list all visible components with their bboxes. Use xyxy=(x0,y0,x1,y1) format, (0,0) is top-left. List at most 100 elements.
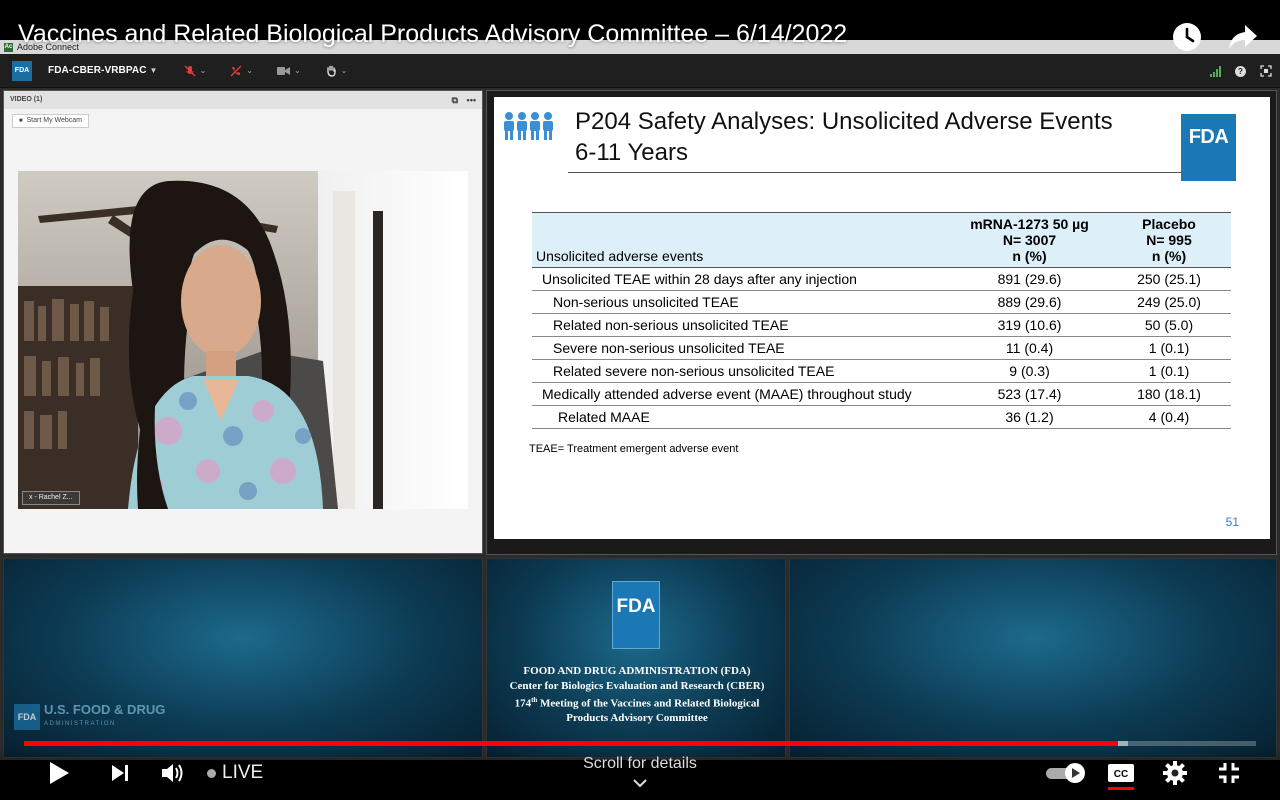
camera-button[interactable]: ⌄ xyxy=(276,66,301,76)
header-mrna-column: mRNA-1273 50 µg N= 3007 n (%) xyxy=(952,212,1107,268)
chevron-down-icon: ⌄ xyxy=(199,66,207,75)
captions-button[interactable]: CC xyxy=(1106,758,1136,788)
progress-played xyxy=(24,741,1119,746)
video-title[interactable]: Vaccines and Related Biological Products… xyxy=(18,20,847,49)
cc-icon: CC xyxy=(1108,764,1134,782)
start-webcam-label: Start My Webcam xyxy=(26,117,83,124)
placebo-column-n: N= 995 xyxy=(1146,232,1192,248)
video-pod-title: VIDEO (1) xyxy=(10,96,43,103)
row-mrna-value: 889 (29.6) xyxy=(952,290,1107,314)
adobe-connect-icon: Ac xyxy=(4,42,13,52)
presentation-slide: P204 Safety Analyses: Unsolicited Advers… xyxy=(494,97,1270,539)
pod-options[interactable]: ⧉ ••• xyxy=(452,91,476,109)
row-mrna-value: 9 (0.3) xyxy=(952,359,1107,383)
table-row: Unsolicited TEAE within 28 days after an… xyxy=(532,267,1231,291)
volume-button[interactable] xyxy=(158,758,188,788)
phone-button[interactable]: ⌄ xyxy=(230,65,253,77)
share-pod: P204 Safety Analyses: Unsolicited Advers… xyxy=(486,90,1277,555)
play-button[interactable] xyxy=(44,758,74,788)
fullscreen-button[interactable] xyxy=(1214,758,1244,788)
children-group-icon xyxy=(504,112,553,140)
slide-page-number: 51 xyxy=(1225,515,1239,529)
next-icon xyxy=(112,765,128,781)
fda-room-logo: FDA xyxy=(12,60,32,81)
play-icon xyxy=(50,762,69,784)
scroll-for-details[interactable]: Scroll for details xyxy=(540,755,740,773)
room-name-label: FDA-CBER-VRBPAC xyxy=(48,65,147,76)
participant-name-tag: x - Rachel Z... xyxy=(22,491,80,505)
row-placebo-value: 1 (0.1) xyxy=(1107,359,1231,383)
watch-later-button[interactable] xyxy=(1170,20,1204,54)
caption-line-3: 174th Meeting of the Vaccines and Relate… xyxy=(487,693,785,711)
mrna-column-unit: n (%) xyxy=(1012,248,1047,264)
chevron-down-icon: ⌄ xyxy=(293,66,301,75)
fullscreen-toggle-icon[interactable] xyxy=(1260,65,1272,77)
placebo-column-unit: n (%) xyxy=(1151,248,1187,264)
meeting-caption: FOOD AND DRUG ADMINISTRATION (FDA) Cente… xyxy=(487,664,785,726)
row-placebo-value: 180 (18.1) xyxy=(1107,382,1231,406)
row-label: Related non-serious unsolicited TEAE xyxy=(532,313,952,337)
usfda-watermark: FDA U.S. FOOD & DRUG ADMINISTRATION xyxy=(14,703,165,731)
table-header-row: Unsolicited adverse events mRNA-1273 50 … xyxy=(532,212,1231,268)
connection-signal-icon[interactable] xyxy=(1210,65,1221,77)
help-icon[interactable]: ? xyxy=(1235,65,1246,77)
table-row: Medically attended adverse event (MAAE) … xyxy=(532,382,1231,406)
mrna-column-name: mRNA-1273 50 µg xyxy=(970,216,1089,232)
fullscreen-icon xyxy=(1219,763,1239,783)
progress-bar[interactable] xyxy=(24,741,1256,746)
autoplay-toggle-icon xyxy=(1046,763,1085,783)
share-button[interactable] xyxy=(1226,20,1260,54)
start-webcam-button[interactable]: ■ Start My Webcam xyxy=(12,114,90,128)
camera-icon xyxy=(276,66,290,75)
caption-line-3-text: Meeting of the Vaccines and Related Biol… xyxy=(537,697,760,710)
row-placebo-value: 50 (5.0) xyxy=(1107,313,1231,337)
row-mrna-value: 319 (10.6) xyxy=(952,313,1107,337)
captions-active-indicator xyxy=(1108,787,1134,790)
volume-icon xyxy=(162,764,183,782)
chevron-down-icon[interactable] xyxy=(632,778,648,788)
meeting-number: 174 xyxy=(514,697,532,710)
chevron-down-icon: ⌄ xyxy=(246,66,253,75)
table-row: Related severe non-serious unsolicited T… xyxy=(532,359,1231,383)
usfda-wordmark: U.S. FOOD & DRUG ADMINISTRATION xyxy=(44,703,165,731)
svg-text:CC: CC xyxy=(1114,769,1128,780)
settings-button[interactable] xyxy=(1160,758,1190,788)
progress-loaded xyxy=(1118,741,1128,746)
row-mrna-value: 36 (1.2) xyxy=(952,405,1107,429)
video-pod: VIDEO (1) ⧉ ••• ■ Start My Webcam x - Ra… xyxy=(3,90,483,554)
share-arrow-icon xyxy=(1229,25,1257,49)
header-placebo-column: Placebo N= 995 n (%) xyxy=(1107,212,1231,268)
mrna-column-n: N= 3007 xyxy=(1002,232,1057,248)
player-controls: LIVE Scroll for details CC xyxy=(0,748,1280,800)
webcam-feed: x - Rachel Z... xyxy=(18,171,468,509)
row-label: Related severe non-serious unsolicited T… xyxy=(532,359,952,383)
room-menu[interactable]: FDA-CBER-VRBPAC ▼ xyxy=(48,65,158,76)
raise-hand-icon xyxy=(326,65,336,77)
more-options-icon[interactable]: ••• xyxy=(467,95,476,105)
autoplay-toggle[interactable] xyxy=(1044,763,1088,783)
pod-layout-icon[interactable]: ⧉ xyxy=(452,95,458,105)
gear-icon xyxy=(1163,761,1187,785)
next-button[interactable] xyxy=(105,758,135,788)
header-events-label: Unsolicited adverse events xyxy=(532,212,952,268)
camera-icon: ■ xyxy=(19,118,23,124)
table-row: Related MAAE 36 (1.2) 4 (0.4) xyxy=(532,405,1231,429)
live-indicator[interactable]: LIVE xyxy=(207,762,263,784)
row-label: Severe non-serious unsolicited TEAE xyxy=(532,336,952,360)
usfda-line-2: ADMINISTRATION xyxy=(44,721,116,727)
fda-logo: FDA xyxy=(612,581,660,649)
row-mrna-value: 11 (0.4) xyxy=(952,336,1107,360)
usfda-line-1: U.S. FOOD & DRUG xyxy=(44,702,166,717)
chevron-down-icon: ⌄ xyxy=(340,66,348,75)
row-placebo-value: 1 (0.1) xyxy=(1107,336,1231,360)
slide-title-line-1: P204 Safety Analyses: Unsolicited Advers… xyxy=(575,108,1113,135)
slide-footnote: TEAE= Treatment emergent adverse event xyxy=(529,443,739,455)
raise-hand-button[interactable]: ⌄ xyxy=(325,65,348,77)
top-actions xyxy=(1170,20,1260,54)
audio-button[interactable]: ⌄ xyxy=(184,65,207,77)
connect-toolbar: FDA FDA-CBER-VRBPAC ▼ ⌄ ⌄ ⌄ ⌄ ? xyxy=(0,54,1280,88)
caption-line-2: Center for Biologics Evaluation and Rese… xyxy=(509,679,765,692)
caption-line-1: FOOD AND DRUG ADMINISTRATION (FDA) xyxy=(523,665,751,677)
slide-title: P204 Safety Analyses: Unsolicited Advers… xyxy=(575,106,1113,168)
row-placebo-value: 250 (25.1) xyxy=(1107,267,1231,291)
